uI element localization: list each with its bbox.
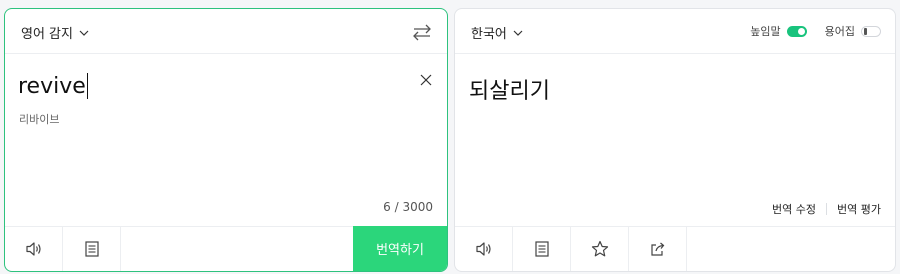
target-dictionary-button[interactable]	[513, 227, 571, 271]
source-language-select[interactable]: 영어 감지	[21, 23, 89, 42]
source-dictionary-button[interactable]	[63, 227, 121, 271]
star-icon	[591, 240, 608, 257]
text-caret	[86, 73, 88, 99]
source-listen-button[interactable]	[5, 227, 63, 271]
speaker-icon	[25, 242, 41, 256]
source-language-label: 영어 감지	[21, 27, 73, 42]
favorite-button[interactable]	[571, 227, 629, 271]
translate-button[interactable]: 번역하기	[353, 226, 447, 271]
close-icon[interactable]	[419, 73, 433, 87]
source-panel: 영어 감지 revive 리바이브 6 / 3000 번역하기	[4, 8, 448, 272]
target-language-select[interactable]: 한국어	[471, 23, 523, 42]
honorific-toggle[interactable]	[786, 25, 807, 37]
toggle-knob	[864, 27, 867, 35]
edit-translation-link[interactable]: 번역 수정	[772, 201, 816, 217]
glossary-label: 용어집	[824, 25, 855, 38]
honorific-label: 높임말	[750, 25, 781, 38]
target-panel: 한국어 높임말 용어집 되살리기 번역 수정 번역 평가	[454, 8, 896, 272]
book-icon	[84, 241, 99, 257]
glossary-toggle[interactable]	[861, 25, 881, 37]
toggle-knob	[797, 27, 805, 35]
chevron-down-icon	[79, 30, 89, 36]
chevron-down-icon	[513, 30, 523, 36]
source-pronunciation: 리바이브	[19, 113, 60, 126]
rate-translation-link[interactable]: 번역 평가	[837, 201, 881, 217]
share-icon	[650, 242, 664, 256]
character-count: 6 / 3000	[383, 200, 433, 214]
source-text-input[interactable]: revive	[18, 73, 88, 99]
book-icon	[534, 241, 549, 257]
translation-output: 되살리기	[469, 79, 550, 104]
share-button[interactable]	[629, 227, 687, 271]
speaker-icon	[475, 242, 491, 256]
target-toolbar	[455, 226, 895, 271]
target-listen-button[interactable]	[455, 227, 513, 271]
translation-feedback: 번역 수정 번역 평가	[772, 201, 881, 217]
source-header: 영어 감지	[5, 9, 447, 54]
target-options: 높임말 용어집	[750, 23, 881, 39]
divider	[826, 203, 828, 215]
source-text-value: revive	[18, 73, 86, 99]
swap-arrows-icon[interactable]	[411, 21, 433, 43]
target-language-label: 한국어	[471, 27, 507, 42]
target-header: 한국어 높임말 용어집	[455, 9, 895, 54]
